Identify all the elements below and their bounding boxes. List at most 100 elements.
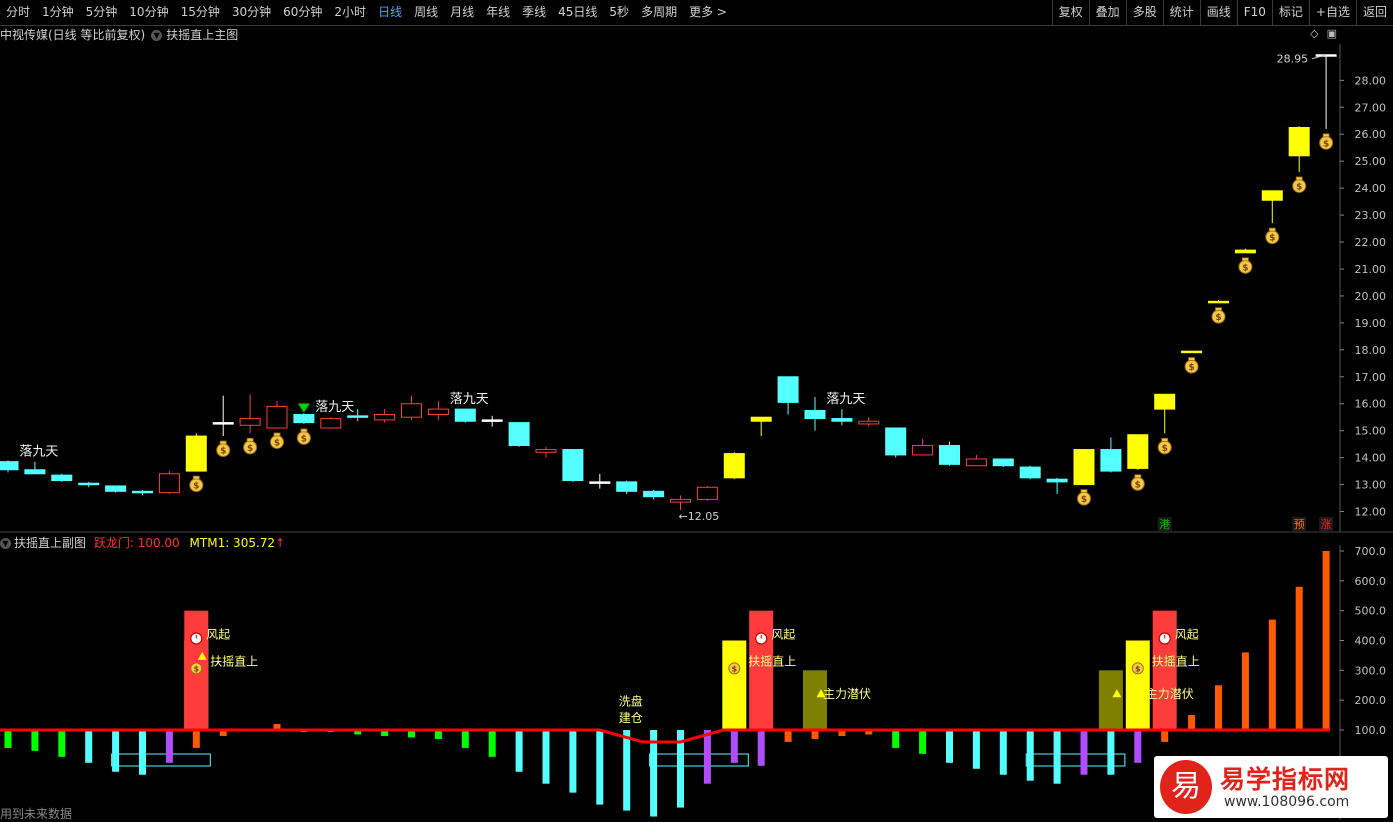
moneybag-neck: [1242, 257, 1249, 262]
moneybag-symbol: $: [1323, 139, 1329, 149]
candle: [912, 438, 934, 456]
period-tab[interactable]: 15分钟: [175, 0, 226, 25]
indicator-bar: [1161, 730, 1169, 742]
indicator-bar: [165, 730, 173, 763]
indicator-bar: [730, 730, 738, 763]
candle-body: [777, 376, 799, 403]
period-tab[interactable]: 年线: [480, 0, 516, 25]
candle-body: [965, 458, 987, 467]
value-tick-label: 300.0: [1355, 664, 1387, 677]
indicator-bar: [623, 730, 631, 811]
candle-body: [293, 414, 315, 424]
period-tab[interactable]: 2小时: [328, 0, 372, 25]
alarm-icon: [190, 632, 203, 645]
candle: [616, 480, 638, 495]
main-indicator-name[interactable]: 扶摇直上主图: [166, 28, 238, 42]
moneybag-icon: $: [1238, 257, 1253, 274]
tool-button[interactable]: 叠加: [1088, 0, 1126, 25]
candle-body: [347, 415, 369, 418]
indicator-bar: [112, 730, 120, 772]
restore-icon[interactable]: ▣: [1327, 27, 1337, 40]
period-tab[interactable]: 季线: [516, 0, 552, 25]
signal-annotation: 主力潜伏: [1146, 687, 1194, 701]
diamond-icon[interactable]: ◇: [1310, 27, 1318, 40]
candle-body: [508, 422, 530, 447]
tool-button[interactable]: 画线: [1199, 0, 1237, 25]
tool-button[interactable]: 标记: [1271, 0, 1309, 25]
sub-indicator-name[interactable]: 扶摇直上副图: [14, 536, 86, 550]
indicator-bar: [919, 730, 927, 754]
candle: [266, 401, 288, 429]
period-tab[interactable]: 45日线: [552, 0, 603, 25]
tool-button[interactable]: F10: [1236, 0, 1272, 25]
chevron-down-icon[interactable]: ▼: [0, 538, 11, 549]
period-tab[interactable]: 月线: [444, 0, 480, 25]
period-tab[interactable]: 5分钟: [80, 0, 124, 25]
indicator-bar: [1215, 685, 1222, 730]
candle: [293, 413, 315, 424]
tool-button[interactable]: 统计: [1162, 0, 1200, 25]
candle-body: [670, 498, 691, 503]
signal-annotation: 扶摇直上: [210, 653, 258, 668]
period-tab[interactable]: 分时: [0, 0, 36, 25]
tool-button[interactable]: 复权: [1051, 0, 1089, 25]
period-tab[interactable]: 10分钟: [123, 0, 174, 25]
period-tab[interactable]: 30分钟: [226, 0, 277, 25]
signal-annotation: 风起: [771, 628, 795, 642]
price-tick-label: 17.00: [1355, 371, 1387, 384]
chart-canvas[interactable]: 12.00 13.00 14.00 15.00 16.00 17.00 18.00 19.00…: [0, 0, 1393, 822]
price-tick-label: 13.00: [1355, 479, 1387, 492]
period-tab[interactable]: 更多 >: [683, 0, 733, 25]
moneybag-icon: $: [270, 432, 284, 449]
price-tick-label: 26.00: [1355, 128, 1387, 141]
moneybag-neck: [219, 440, 227, 445]
period-tab[interactable]: 1分钟: [36, 0, 80, 25]
moneybag-symbol: $: [194, 664, 200, 673]
candle: [320, 417, 342, 429]
candle-body: [374, 414, 396, 421]
tool-button[interactable]: +自选: [1308, 0, 1356, 25]
moneybag-neck: [1295, 176, 1303, 181]
moneybag-symbol: $: [301, 434, 307, 444]
moneybag-symbol: $: [1188, 363, 1194, 373]
candle-body: [1019, 466, 1041, 479]
chevron-down-icon[interactable]: ▼: [151, 30, 163, 41]
value-tick-label: 500.0: [1355, 605, 1387, 618]
moneybag-symbol: $: [732, 664, 738, 673]
candle: [1019, 465, 1041, 480]
candle-body: [1261, 190, 1283, 201]
candle-body: [804, 409, 826, 420]
period-toolbar: 分时 1分钟 5分钟 10分钟 15分钟 30分钟 60分钟 2小时 日线 周线 月线 年线 季线 45日…: [0, 0, 1393, 26]
indicator-bar: [488, 730, 496, 757]
candle-body: [24, 469, 46, 475]
candle-body: [992, 458, 1014, 467]
moneybag-icon: $: [216, 440, 231, 458]
period-tab[interactable]: 日线: [372, 0, 408, 25]
candle-annotation: 落九天: [450, 392, 489, 407]
period-tab[interactable]: 周线: [408, 0, 444, 25]
candle: [858, 417, 880, 427]
moneybag-icon: $: [728, 662, 741, 675]
tool-button[interactable]: 多股: [1125, 0, 1163, 25]
period-tab[interactable]: 60分钟: [277, 0, 328, 25]
period-tab[interactable]: 多周期: [635, 0, 683, 25]
candle-body: [51, 474, 73, 482]
candle: [1181, 350, 1203, 354]
value-tick-label: 400.0: [1355, 635, 1387, 648]
candle: [885, 427, 907, 458]
signal-annotation: 扶摇直上: [748, 653, 796, 668]
candle: [185, 433, 207, 472]
candle-body: [643, 490, 665, 498]
moneybag-icon: $: [1157, 437, 1172, 455]
period-tab[interactable]: 5秒: [603, 0, 635, 25]
site-logo: 易 易学指标网 www.108096.com: [1154, 756, 1388, 818]
indicator-bar: [757, 730, 765, 766]
candle: [831, 409, 853, 426]
logo-url: www.108096.com: [1224, 794, 1350, 810]
moneybag-symbol: $: [1242, 263, 1248, 273]
candle: [1073, 449, 1095, 486]
moneybag-symbol: $: [1135, 664, 1141, 673]
candle-body: [535, 449, 557, 453]
indicator-bar: [999, 730, 1007, 775]
tool-button[interactable]: 返回: [1355, 0, 1393, 25]
